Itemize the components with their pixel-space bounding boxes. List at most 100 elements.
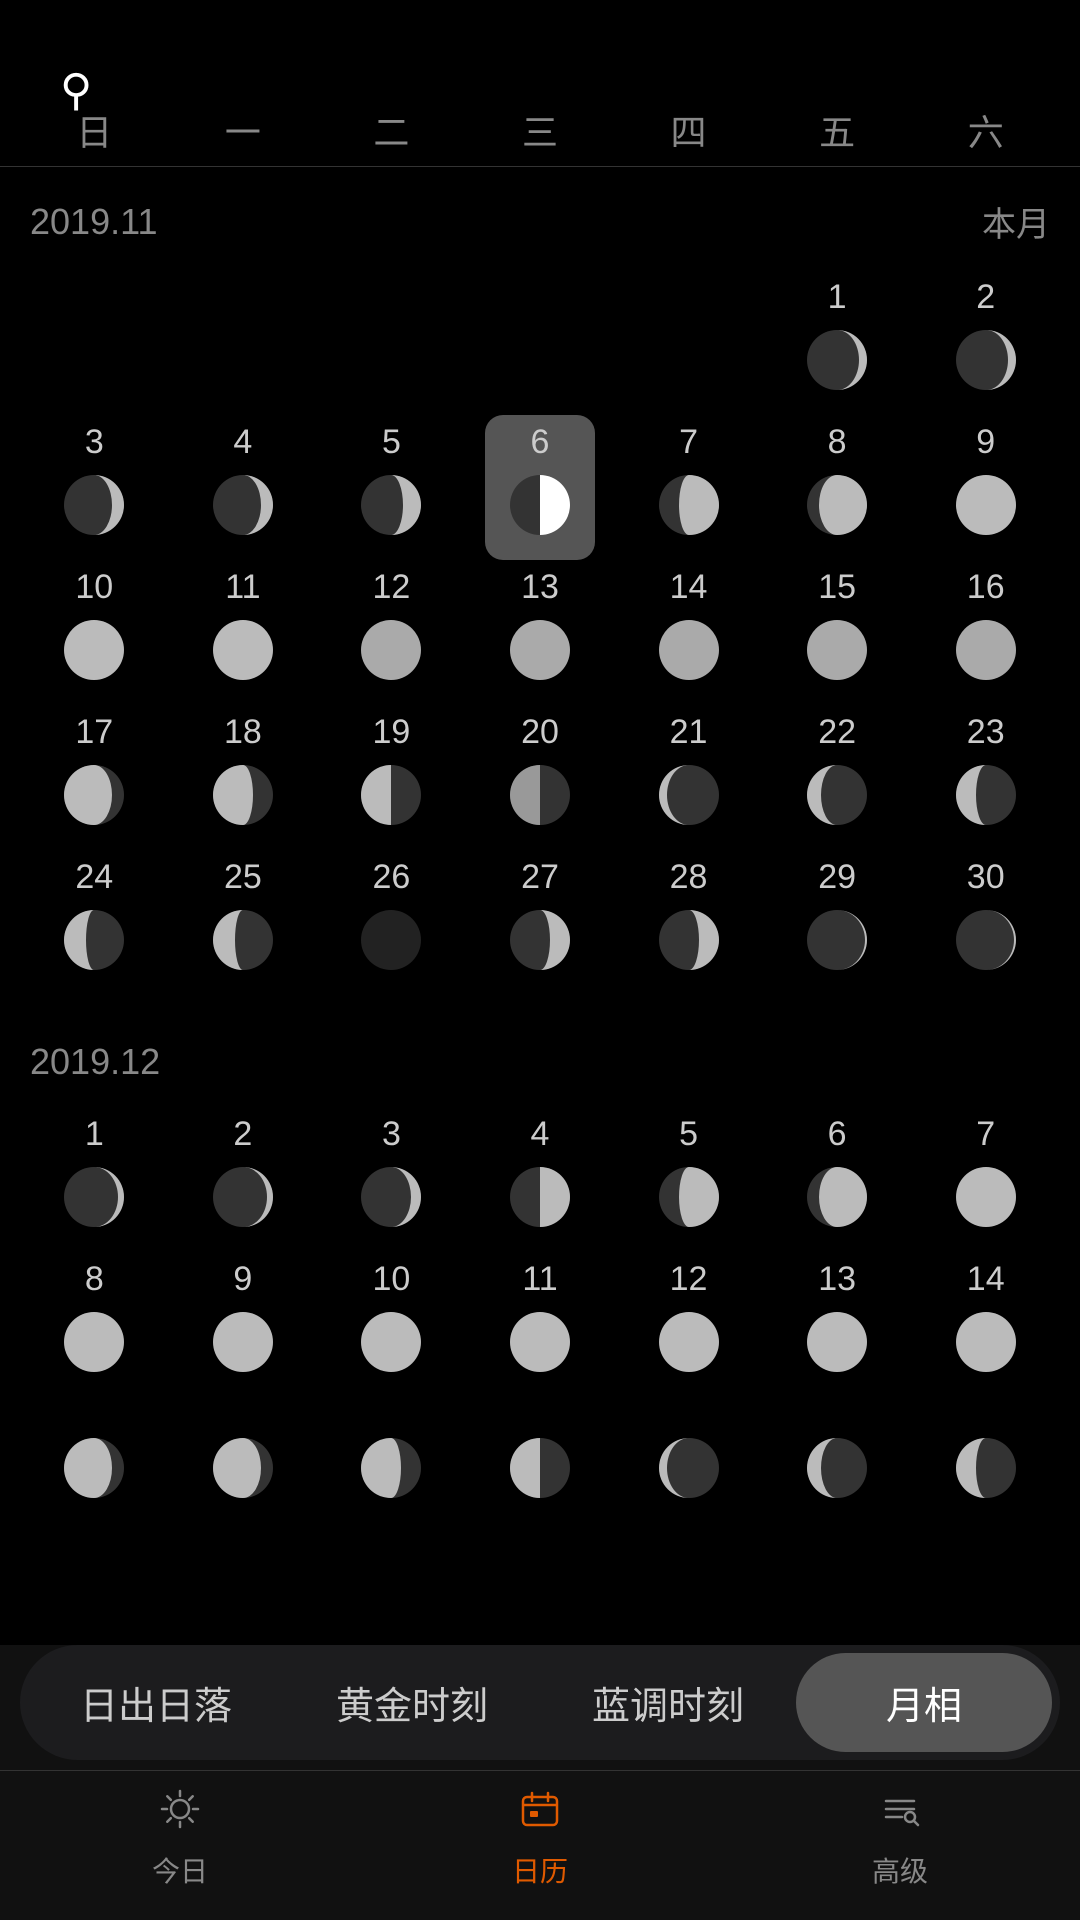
moon-phase-icon <box>356 1162 426 1232</box>
cal-cell[interactable]: 8 <box>20 1248 169 1393</box>
cal-cell[interactable]: 14 <box>911 1248 1060 1393</box>
mode-button[interactable]: 蓝调时刻 <box>540 1653 796 1752</box>
moon-phase-icon <box>59 470 129 540</box>
cal-cell[interactable]: 28 <box>614 846 763 991</box>
month-label: 2019.11 <box>30 201 157 243</box>
moon-phase-icon <box>59 1307 129 1377</box>
cal-cell[interactable]: 2 <box>911 266 1060 411</box>
cal-cell[interactable]: 6 <box>763 1103 912 1248</box>
cal-cell[interactable]: 9 <box>169 1248 318 1393</box>
tab-item-高级[interactable]: 高级 <box>720 1787 1080 1890</box>
cal-cell[interactable]: 4 <box>169 411 318 556</box>
day-number: 28 <box>670 858 708 897</box>
mode-button[interactable]: 黄金时刻 <box>284 1653 540 1752</box>
weekday-cell: 日 <box>20 104 169 156</box>
cal-cell[interactable]: 4 <box>466 1103 615 1248</box>
moon-phase-icon <box>505 905 575 975</box>
day-number: 10 <box>373 1260 411 1299</box>
day-number: 7 <box>679 423 698 462</box>
cal-cell[interactable]: 12 <box>614 1248 763 1393</box>
tab-label: 高级 <box>872 1850 928 1890</box>
cal-cell[interactable]: 30 <box>911 846 1060 991</box>
weekday-cell: 三 <box>466 104 615 156</box>
cal-cell[interactable]: 7 <box>911 1103 1060 1248</box>
day-number: 29 <box>818 858 856 897</box>
tab-label: 今日 <box>152 1850 208 1890</box>
tab-item-今日[interactable]: 今日 <box>0 1787 360 1890</box>
cal-cell[interactable]: 6 <box>466 411 615 556</box>
moon-phase-icon <box>951 615 1021 685</box>
cal-cell[interactable]: 18 <box>169 701 318 846</box>
cal-cell[interactable]: 2 <box>169 1103 318 1248</box>
moon-phase-icon <box>802 470 872 540</box>
peek-cell <box>317 1423 466 1513</box>
month-header: 2019.12 <box>20 1031 1060 1103</box>
day-number: 11 <box>522 1260 557 1299</box>
day-number: 1 <box>828 278 847 317</box>
moon-phase-icon <box>208 615 278 685</box>
cal-cell[interactable]: 8 <box>763 411 912 556</box>
mode-button[interactable]: 日出日落 <box>28 1653 284 1752</box>
cal-cell[interactable]: 5 <box>614 1103 763 1248</box>
peek-row <box>0 1423 1080 1513</box>
weekday-row: 日一二三四五六 <box>0 84 1080 167</box>
moon-phase-icon <box>654 470 724 540</box>
moon-phase-icon <box>654 1307 724 1377</box>
cal-cell[interactable]: 24 <box>20 846 169 991</box>
cal-cell[interactable]: 26 <box>317 846 466 991</box>
day-number: 15 <box>818 568 856 607</box>
moon-phase-icon <box>802 760 872 830</box>
peek-cell <box>911 1423 1060 1513</box>
month-section: 2019.121 2 3 4 5 6 7 8 9 10 <box>0 1021 1080 1423</box>
cal-cell[interactable]: 10 <box>317 1248 466 1393</box>
cal-cell[interactable]: 1 <box>20 1103 169 1248</box>
cal-cell[interactable]: 5 <box>317 411 466 556</box>
cal-cell[interactable]: 23 <box>911 701 1060 846</box>
day-number: 22 <box>818 713 856 752</box>
cal-cell[interactable]: 29 <box>763 846 912 991</box>
tab-label: 日历 <box>512 1850 568 1890</box>
cal-cell[interactable]: 13 <box>466 556 615 701</box>
mode-button[interactable]: 月相 <box>796 1653 1052 1752</box>
day-number: 4 <box>233 423 252 462</box>
day-number: 25 <box>224 858 262 897</box>
moon-phase-icon <box>802 1307 872 1377</box>
cal-cell[interactable]: 12 <box>317 556 466 701</box>
day-number: 9 <box>976 423 995 462</box>
day-number: 2 <box>233 1115 252 1154</box>
cal-cell[interactable]: 11 <box>169 556 318 701</box>
day-number: 14 <box>670 568 708 607</box>
cal-cell[interactable]: 17 <box>20 701 169 846</box>
cal-cell[interactable]: 10 <box>20 556 169 701</box>
cal-cell[interactable]: 19 <box>317 701 466 846</box>
this-month-button[interactable]: 本月 <box>982 197 1050 246</box>
moon-phase-icon <box>505 760 575 830</box>
cal-cell[interactable]: 22 <box>763 701 912 846</box>
moon-phase-icon <box>208 1307 278 1377</box>
peek-cell <box>614 1423 763 1513</box>
cal-cell[interactable]: 11 <box>466 1248 615 1393</box>
tab-item-日历[interactable]: 日历 <box>360 1787 720 1890</box>
cal-cell[interactable]: 25 <box>169 846 318 991</box>
day-number: 3 <box>85 423 104 462</box>
moon-phase-icon <box>208 470 278 540</box>
moon-phase-icon <box>356 760 426 830</box>
cal-cell[interactable]: 3 <box>20 411 169 556</box>
cal-cell[interactable]: 27 <box>466 846 615 991</box>
cal-cell[interactable]: 16 <box>911 556 1060 701</box>
cal-cell[interactable]: 20 <box>466 701 615 846</box>
cal-cell[interactable]: 13 <box>763 1248 912 1393</box>
cal-cell[interactable]: 9 <box>911 411 1060 556</box>
moon-phase-icon <box>505 1162 575 1232</box>
moon-phase-icon <box>59 1162 129 1232</box>
cal-cell[interactable]: 7 <box>614 411 763 556</box>
mode-bar: 日出日落黄金时刻蓝调时刻月相 <box>20 1645 1060 1760</box>
weekday-cell: 二 <box>317 104 466 156</box>
cal-cell[interactable]: 1 <box>763 266 912 411</box>
cal-cell[interactable]: 15 <box>763 556 912 701</box>
day-number: 4 <box>531 1115 550 1154</box>
cal-cell[interactable]: 21 <box>614 701 763 846</box>
moon-phase-icon <box>356 905 426 975</box>
cal-cell[interactable]: 3 <box>317 1103 466 1248</box>
cal-cell[interactable]: 14 <box>614 556 763 701</box>
